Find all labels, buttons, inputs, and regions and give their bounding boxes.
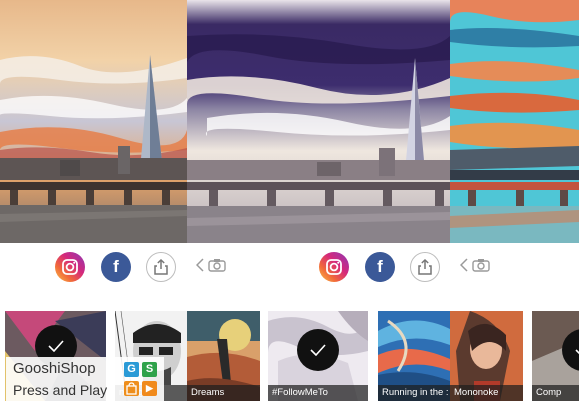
share-icon bbox=[154, 259, 168, 275]
camera-icon bbox=[208, 259, 226, 272]
facebook-share-button[interactable]: f bbox=[101, 252, 131, 282]
check-icon bbox=[310, 344, 326, 356]
watermark: GooshiShop Press and Play G S ▶ bbox=[6, 357, 164, 403]
camera-back-button-2[interactable] bbox=[460, 258, 490, 272]
watermark-line1: GooshiShop bbox=[13, 360, 96, 377]
camera-icon bbox=[472, 259, 490, 272]
style-label: #FollowMeTo bbox=[268, 385, 368, 401]
camera-back-button[interactable] bbox=[196, 258, 226, 272]
check-icon bbox=[575, 349, 579, 355]
share-button[interactable] bbox=[146, 252, 176, 282]
watermark-tile-g: G bbox=[124, 362, 139, 377]
shopping-bag-icon bbox=[126, 382, 137, 395]
facebook-share-button-2[interactable]: f bbox=[365, 252, 395, 282]
watermark-tile-s: S bbox=[142, 362, 157, 377]
style-label: Comp bbox=[532, 385, 579, 401]
share-icon bbox=[418, 259, 432, 275]
artwork-panel-left bbox=[0, 0, 187, 243]
artwork-panel-center bbox=[187, 0, 450, 243]
check-icon bbox=[48, 340, 64, 352]
style-label: Mononoke bbox=[450, 385, 523, 401]
watermark-tile-bag bbox=[124, 381, 139, 396]
selected-check bbox=[297, 329, 339, 371]
style-thumb-3[interactable]: #FollowMeTo bbox=[268, 311, 368, 401]
instagram-share-button-2[interactable] bbox=[319, 252, 349, 282]
style-label: Dreams bbox=[187, 385, 260, 401]
instagram-share-button[interactable] bbox=[55, 252, 85, 282]
instagram-icon bbox=[326, 259, 342, 275]
watermark-line2: Press and Play bbox=[13, 382, 108, 398]
style-thumb-5[interactable]: Mononoke bbox=[450, 311, 523, 401]
instagram-icon bbox=[62, 259, 78, 275]
style-thumb-4[interactable]: Running in the : bbox=[378, 311, 450, 401]
share-button-2[interactable] bbox=[410, 252, 440, 282]
style-thumb-2[interactable]: Dreams bbox=[187, 311, 260, 401]
style-thumb-6[interactable]: Comp bbox=[532, 311, 579, 401]
artwork-panel-right bbox=[450, 0, 579, 243]
watermark-tile-play: ▶ bbox=[142, 381, 157, 396]
chevron-left-icon bbox=[196, 258, 204, 272]
facebook-icon: f bbox=[113, 257, 119, 276]
chevron-left-icon bbox=[460, 258, 468, 272]
facebook-icon: f bbox=[377, 257, 383, 276]
style-label: Running in the : bbox=[378, 385, 450, 401]
